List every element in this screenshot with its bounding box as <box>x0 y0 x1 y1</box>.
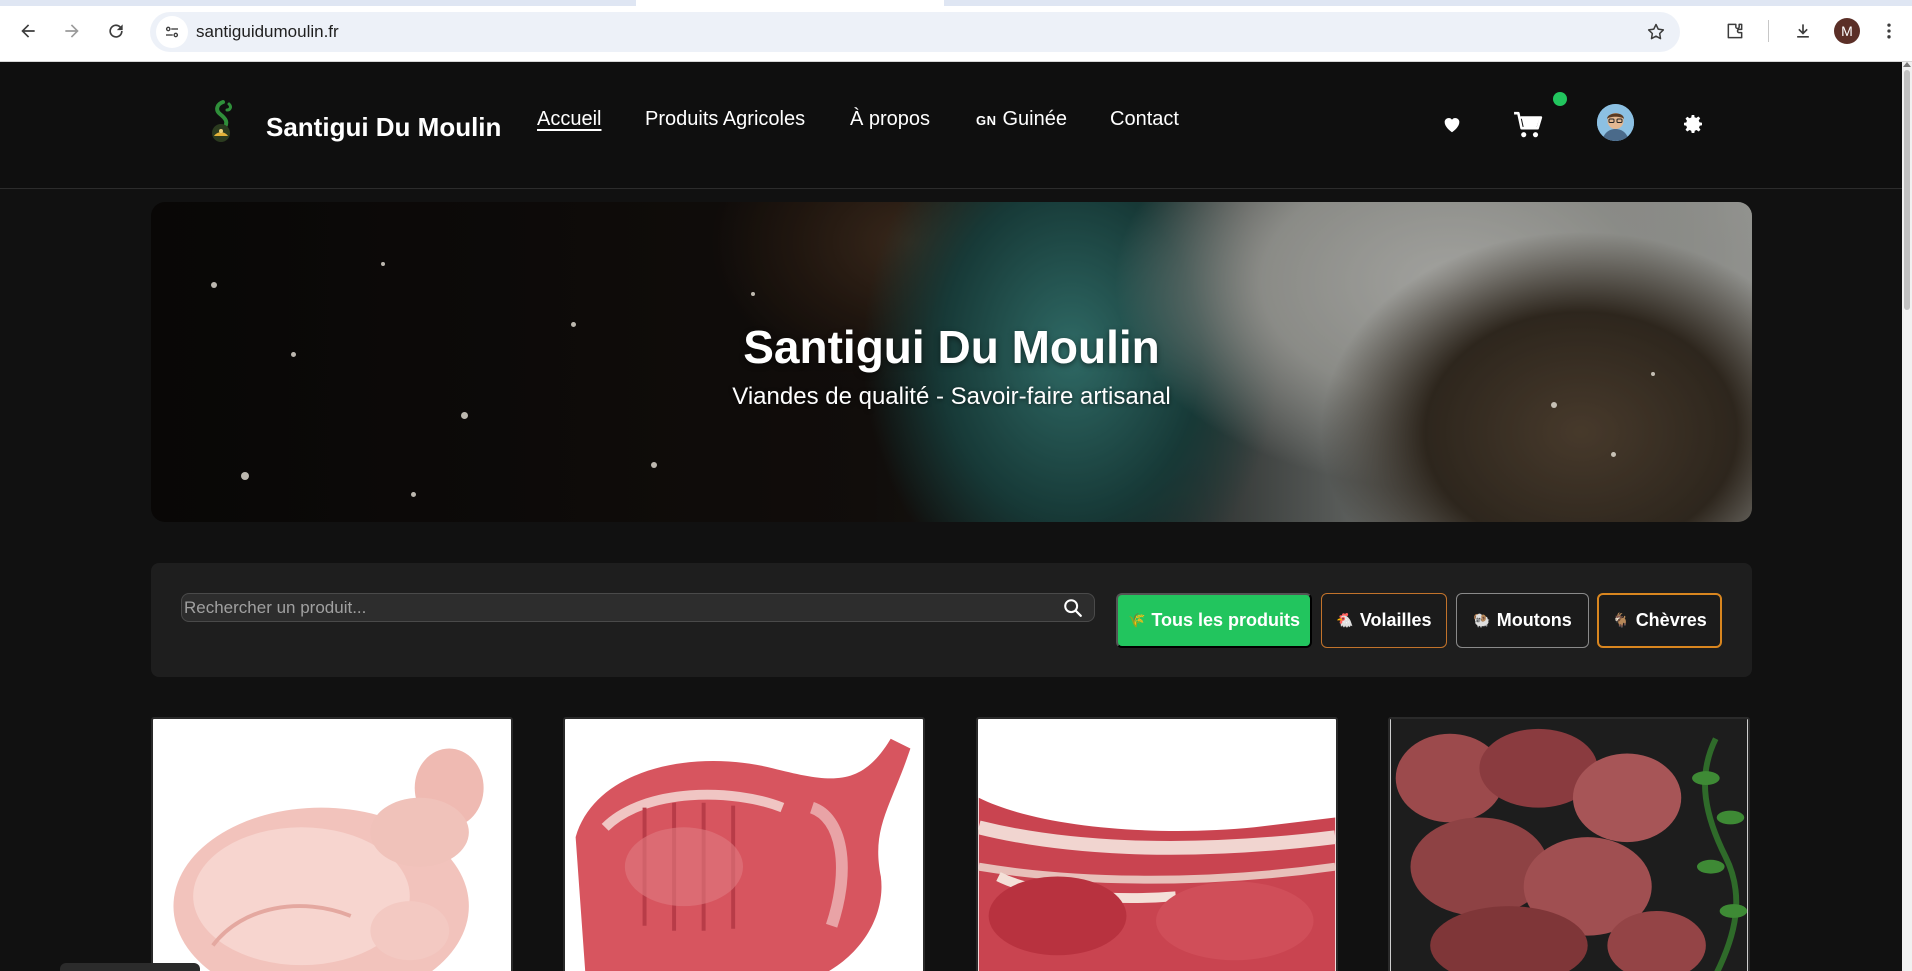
user-avatar[interactable] <box>1597 104 1634 141</box>
page-scrollbar[interactable] <box>1902 62 1912 971</box>
filter-all-products-button[interactable]: 🌾 Tous les produits <box>1116 593 1312 648</box>
nav-produits-agricoles[interactable]: Produits Agricoles <box>645 108 805 131</box>
ram-icon: 🐏 <box>1473 612 1491 628</box>
scrollbar-thumb[interactable] <box>1904 70 1910 310</box>
whole-chicken-image <box>153 719 511 971</box>
profile-avatar[interactable]: M <box>1834 18 1860 44</box>
browser-chrome: santiguidumoulin.fr M <box>0 0 1912 62</box>
nav-a-propos[interactable]: À propos <box>850 108 930 131</box>
logo[interactable] <box>203 99 239 145</box>
search-input[interactable] <box>182 594 1042 621</box>
search-icon[interactable] <box>1062 597 1084 619</box>
filter-label: Chèvres <box>1635 610 1707 630</box>
scroll-up-arrow[interactable] <box>1903 62 1911 67</box>
filter-label: Volailles <box>1359 610 1432 630</box>
hero-speck <box>411 492 416 497</box>
product-card-whole-chicken[interactable] <box>151 717 513 971</box>
filter-label: Tous les produits <box>1151 610 1301 630</box>
hero-speck <box>461 412 468 419</box>
product-card-lamb-rack[interactable] <box>976 717 1338 971</box>
filter-bar: 🌾 Tous les produits 🐔 Volailles 🐏 Mouton… <box>151 563 1752 677</box>
address-bar[interactable]: santiguidumoulin.fr <box>150 12 1680 52</box>
product-card-lamb-carcass[interactable] <box>563 717 925 971</box>
site-info-icon[interactable] <box>156 16 188 48</box>
reload-icon[interactable] <box>100 15 132 47</box>
page: santiguidumoulin.fr M Santigui Du Moulin… <box>0 0 1912 971</box>
forward-icon[interactable] <box>56 15 88 47</box>
active-tab[interactable] <box>636 0 944 6</box>
hero-speck <box>651 462 657 468</box>
url-text[interactable]: santiguidumoulin.fr <box>196 22 339 42</box>
lamb-rack-image <box>978 719 1336 971</box>
cart-status-dot <box>1553 92 1567 106</box>
hero-speck <box>241 472 249 480</box>
hero-speck <box>211 282 217 288</box>
brand-name[interactable]: Santigui Du Moulin <box>266 112 501 143</box>
product-card-goat-meat-pieces[interactable] <box>1388 717 1750 971</box>
menu-kebab-icon[interactable] <box>1872 14 1906 48</box>
back-icon[interactable] <box>12 15 44 47</box>
floating-widget-edge <box>60 963 200 971</box>
filter-volailles-button[interactable]: 🐔 Volailles <box>1321 593 1447 648</box>
hero-speck <box>1611 452 1616 457</box>
tab-strip <box>0 0 1912 6</box>
hero-subtitle: Viandes de qualité - Savoir-faire artisa… <box>732 383 1171 410</box>
settings-gear-icon[interactable] <box>1680 111 1706 137</box>
nav-guinee[interactable]: GN Guinée <box>976 108 1067 131</box>
site-viewport: Santigui Du Moulin Accueil Produits Agri… <box>0 62 1902 971</box>
nav-accueil[interactable]: Accueil <box>537 108 601 131</box>
hero-banner: Santigui Du Moulin Viandes de qualité - … <box>151 202 1752 522</box>
toolbar-divider <box>1768 20 1769 42</box>
search-box[interactable] <box>181 593 1095 622</box>
guinea-flag-code: GN <box>976 113 997 128</box>
cart-icon[interactable] <box>1512 110 1544 140</box>
site-header: Santigui Du Moulin Accueil Produits Agri… <box>0 62 1902 189</box>
wheat-icon: 🌾 <box>1127 612 1146 628</box>
goat-icon: 🐐 <box>1612 612 1630 628</box>
hero-speck <box>381 262 385 266</box>
heart-icon[interactable] <box>1440 112 1464 136</box>
filter-moutons-button[interactable]: 🐏 Moutons <box>1456 593 1589 648</box>
extensions-icon[interactable] <box>1718 14 1752 48</box>
hero-title: Santigui Du Moulin <box>743 321 1160 373</box>
lamb-carcass-image <box>565 719 923 971</box>
bookmark-star-icon[interactable] <box>1642 18 1670 46</box>
download-icon[interactable] <box>1786 14 1820 48</box>
goat-meat-pieces-image <box>1390 719 1748 971</box>
chicken-icon: 🐔 <box>1336 612 1354 628</box>
nav-contact[interactable]: Contact <box>1110 108 1179 131</box>
hero-speck <box>751 292 755 296</box>
filter-label: Moutons <box>1496 610 1572 630</box>
nav-guinee-label: Guinée <box>1002 108 1068 130</box>
filter-chevres-button[interactable]: 🐐 Chèvres <box>1597 593 1722 648</box>
